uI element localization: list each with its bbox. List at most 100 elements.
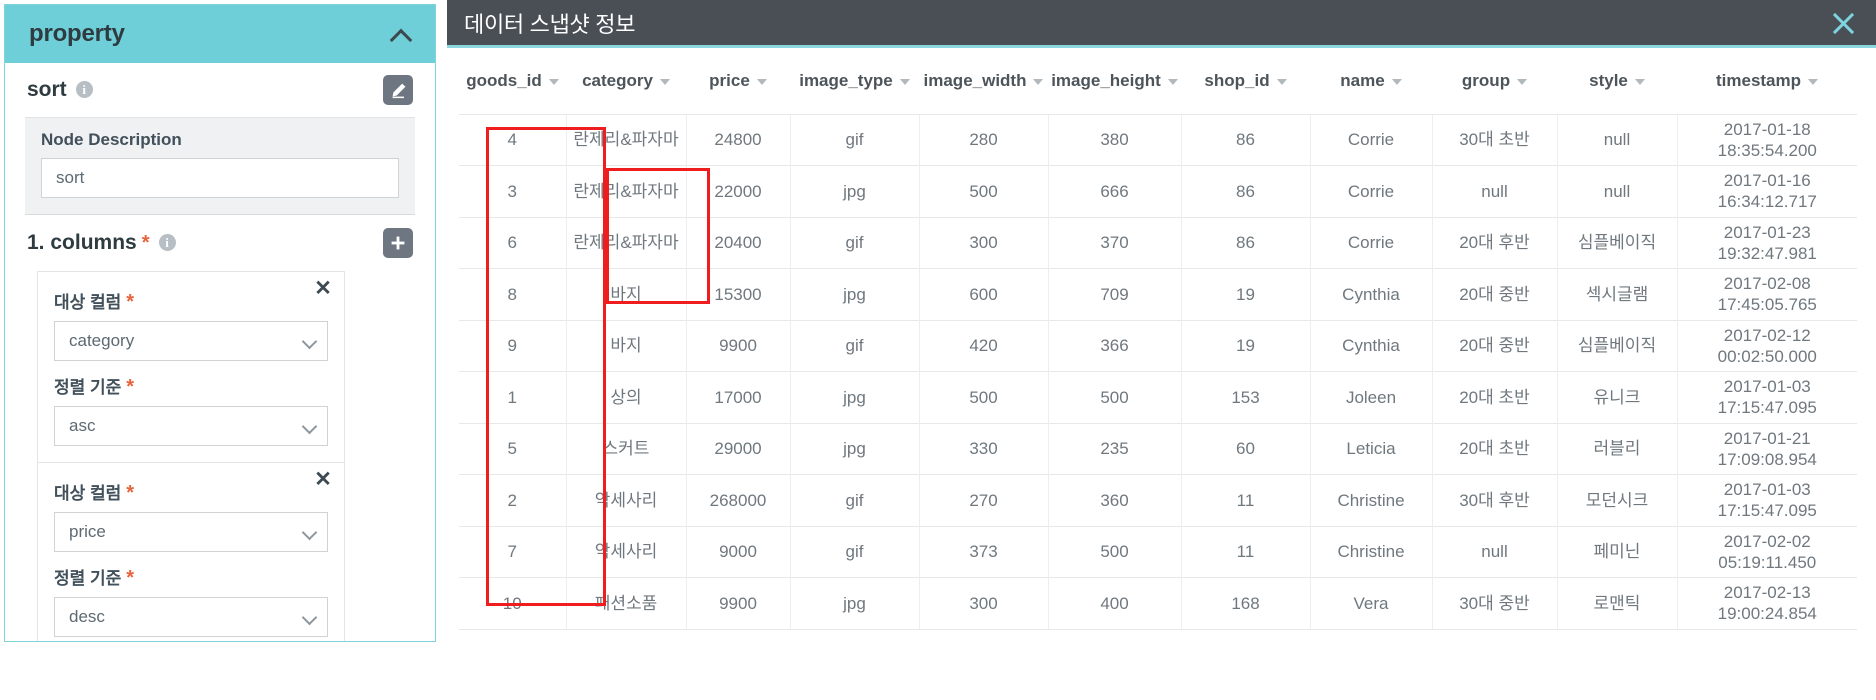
column-header-image_type[interactable]: image_type — [790, 48, 919, 114]
cell-timestamp: 2017-01-18 18:35:54.200 — [1676, 113, 1857, 166]
sort-order-value: asc — [69, 416, 96, 435]
target-column-select[interactable]: price — [54, 512, 328, 552]
sort-order-select[interactable]: asc — [54, 406, 328, 446]
cell-goods_id: 5 — [459, 422, 566, 475]
snapshot-table: goods_id category price image_type image… — [459, 48, 1857, 630]
cell-style: 페미닌 — [1556, 525, 1677, 578]
column-header-style[interactable]: style — [1557, 48, 1677, 114]
target-column-value: price — [69, 522, 106, 541]
sort-order-select[interactable]: desc — [54, 597, 328, 637]
column-header-name[interactable]: name — [1310, 48, 1432, 114]
target-column-select[interactable]: category — [54, 321, 328, 361]
cell-image_type: jpg — [789, 371, 919, 423]
edit-pencil-icon[interactable] — [383, 75, 413, 105]
cell-image_type: gif — [789, 113, 919, 166]
table-row[interactable]: 3 란제리&파자마 22000 jpg 500 666 86 Corrie null null 20… — [459, 165, 1857, 217]
cell-group: 30대 초반 — [1431, 113, 1557, 166]
column-header-category[interactable]: category — [566, 48, 686, 114]
target-column-label: 대상 컬럼 * — [54, 479, 328, 505]
column-header-label: group — [1461, 70, 1511, 90]
chevron-down-icon — [1391, 79, 1402, 86]
cell-price: 20400 — [685, 216, 790, 269]
table-row[interactable]: 8 바지 15300 jpg 600 709 19 Cynthia 20대 중반 섹시글램 2017… — [459, 268, 1857, 320]
table-row[interactable]: 7 악세사리 9000 gif 373 500 11 Christine null 페미닌 2017… — [459, 525, 1857, 578]
cell-timestamp: 2017-01-16 16:34:12.717 — [1676, 165, 1857, 217]
cell-price: 17000 — [685, 371, 790, 423]
node-description-box: Node Description — [25, 117, 415, 215]
property-panel-header[interactable]: property — [5, 5, 435, 63]
cell-image_height: 370 — [1047, 216, 1181, 269]
info-icon[interactable]: i — [158, 233, 176, 251]
cell-category: 바지 — [565, 268, 686, 320]
table-row[interactable]: 9 바지 9900 gif 420 366 19 Cynthia 20대 중반 심플베이직 2017… — [459, 319, 1857, 372]
cell-image_width: 300 — [918, 216, 1048, 269]
table-header-row: goods_id category price image_type image… — [459, 48, 1857, 114]
cell-price: 268000 — [685, 474, 790, 526]
cell-image_type: gif — [789, 525, 919, 578]
column-header-timestamp[interactable]: timestamp — [1677, 48, 1857, 114]
property-panel: property sort i Node Description sort 1.… — [4, 4, 436, 642]
cell-price: 24800 — [685, 113, 790, 166]
cell-group: 20대 중반 — [1431, 268, 1557, 320]
chevron-down-icon — [1033, 79, 1044, 86]
cell-category: 스커트 — [565, 422, 686, 475]
cell-image_height: 500 — [1047, 525, 1181, 578]
property-panel-body: sort i Node Description 1. columns * i — [5, 63, 435, 641]
cell-price: 22000 — [685, 165, 790, 217]
close-icon[interactable] — [1826, 6, 1860, 40]
sort-order-select-wrap: desc — [54, 597, 328, 637]
cell-shop_id: 11 — [1180, 474, 1310, 526]
table-row[interactable]: 5 스커트 29000 jpg 330 235 60 Leticia 20대 초반 러블리 2017… — [459, 422, 1857, 475]
column-header-image_width[interactable]: image_width — [919, 48, 1048, 114]
plus-icon[interactable] — [383, 228, 413, 258]
table-row[interactable]: 4 란제리&파자마 24800 gif 280 380 86 Corrie 30대 초반 null… — [459, 113, 1857, 166]
timestamp-date: 2017-01-03 — [1723, 480, 1811, 499]
cell-image_height: 380 — [1047, 113, 1181, 166]
timestamp-date: 2017-02-02 — [1723, 531, 1811, 551]
timestamp-time: 18:35:54.200 — [1717, 140, 1817, 160]
column-header-price[interactable]: price — [686, 48, 790, 114]
cell-group: 20대 후반 — [1431, 216, 1557, 269]
column-header-label: goods_id — [466, 70, 542, 90]
columns-section-title: 1. columns — [27, 231, 137, 254]
close-icon[interactable]: ✕ — [314, 278, 332, 299]
timestamp-time: 17:09:08.954 — [1717, 449, 1817, 469]
required-marker: * — [126, 291, 135, 313]
cell-style: 로맨틱 — [1556, 577, 1677, 630]
cell-style: 모던시크 — [1556, 474, 1677, 526]
timestamp-date: 2017-01-23 — [1723, 222, 1811, 242]
info-icon[interactable]: i — [75, 80, 93, 98]
cell-name: Joleen — [1309, 371, 1432, 423]
cell-timestamp: 2017-01-21 17:09:08.954 — [1676, 422, 1857, 475]
column-header-group[interactable]: group — [1432, 48, 1557, 114]
node-description-input[interactable] — [41, 158, 399, 198]
table-row[interactable]: 10 패션소품 9900 jpg 300 400 168 Vera 30대 중반 로맨틱 2017-… — [459, 577, 1857, 630]
table-row[interactable]: 2 악세사리 268000 gif 270 360 11 Christine 30대 후반 모던시… — [459, 474, 1857, 526]
chevron-down-icon — [1276, 79, 1287, 86]
cell-style: null — [1556, 113, 1677, 166]
cell-name: Cynthia — [1309, 319, 1432, 372]
cell-name: Leticia — [1309, 422, 1432, 475]
chevron-down-icon — [1167, 79, 1178, 86]
close-icon[interactable]: ✕ — [314, 469, 332, 490]
column-header-label: style — [1589, 70, 1628, 90]
cell-name: Cynthia — [1309, 268, 1432, 320]
chevron-down-icon — [548, 79, 559, 86]
required-marker: * — [126, 482, 135, 504]
table-row[interactable]: 1 상의 17000 jpg 500 500 153 Joleen 20대 초반 유니크 2017-… — [459, 371, 1857, 423]
cell-timestamp: 2017-02-13 19:00:24.854 — [1676, 577, 1857, 630]
chevron-up-icon[interactable] — [391, 23, 413, 45]
timestamp-date: 2017-01-18 — [1723, 119, 1811, 139]
table-row[interactable]: 6 란제리&파자마 20400 gif 300 370 86 Corrie 20대 후반 심플베이… — [459, 216, 1857, 269]
cell-group: null — [1431, 525, 1557, 578]
cell-image_type: gif — [789, 474, 919, 526]
cell-image_type: jpg — [789, 268, 919, 320]
column-header-shop_id[interactable]: shop_id — [1181, 48, 1310, 114]
cell-group: 20대 초반 — [1431, 422, 1557, 475]
required-marker: * — [126, 376, 135, 398]
cell-price: 15300 — [685, 268, 790, 320]
cell-price: 9900 — [685, 577, 790, 630]
table-container: goods_id category price image_type image… — [447, 48, 1876, 630]
column-header-image_height[interactable]: image_height — [1048, 48, 1181, 114]
column-header-goods_id[interactable]: goods_id — [459, 48, 566, 114]
